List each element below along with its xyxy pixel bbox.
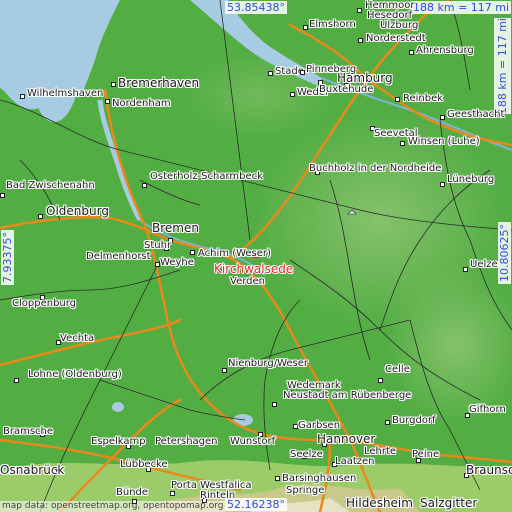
city-label: Delmenhorst xyxy=(86,251,151,262)
city-label: Geesthacht xyxy=(447,109,505,120)
city-label: Vechta xyxy=(60,333,95,344)
city-label: Cloppenburg xyxy=(12,298,77,309)
city-label: Garbsen xyxy=(298,420,341,431)
city-label: Petershagen xyxy=(155,436,218,447)
vertical-scale-label: 188 km = 117 mi xyxy=(494,18,511,115)
city-dot xyxy=(378,378,383,383)
city-label: Bremerhaven xyxy=(118,76,200,90)
city-label: Bremen xyxy=(152,221,199,235)
city-label: Nienburg/Weser xyxy=(228,358,309,369)
city-dot xyxy=(272,402,277,407)
city-label: Buxtehude xyxy=(319,84,374,95)
city-dot xyxy=(190,250,195,255)
city-label: Wunstorf xyxy=(230,436,276,447)
city-label: Ulzburg xyxy=(380,20,419,31)
city-label: Gifhorn xyxy=(469,404,506,415)
north-latitude-label: 53.85438° xyxy=(225,1,287,14)
city-label: Barsinghausen xyxy=(282,473,357,484)
east-longitude-label: 10.80625° xyxy=(498,222,511,284)
city-dot xyxy=(132,499,137,504)
city-label: Laatzen xyxy=(335,456,375,467)
city-label: Rinteln xyxy=(200,490,236,501)
city-label: Osnabrück xyxy=(0,463,65,477)
map-attribution: map data: openstreetmap.org, opentopomap… xyxy=(0,501,226,512)
city-dot xyxy=(268,71,273,76)
city-dot xyxy=(105,99,110,104)
city-dot xyxy=(300,70,305,75)
city-dot xyxy=(303,25,308,30)
city-label: Bramsche xyxy=(3,426,54,437)
city-label: Wilhelmshaven xyxy=(27,88,104,99)
city-label: Lübbecke xyxy=(120,459,168,470)
city-dot xyxy=(290,92,295,97)
city-label: Seelze xyxy=(290,449,323,460)
city-label: Celle xyxy=(385,364,410,375)
city-label: Bünde xyxy=(116,487,149,498)
city-dot xyxy=(385,420,390,425)
city-label: Burgdorf xyxy=(392,415,436,426)
city-label: Osterholz-Scharmbeck xyxy=(150,171,263,182)
city-label: Lohne (Oldenburg) xyxy=(28,369,122,380)
city-label: Reinbek xyxy=(403,93,444,104)
city-dot xyxy=(20,94,25,99)
city-dot xyxy=(222,368,227,373)
city-label: Salzgitter xyxy=(420,496,478,510)
city-label: Achim (Weser) xyxy=(198,248,271,259)
city-label: Peine xyxy=(412,449,440,460)
city-dot xyxy=(440,115,445,120)
city-label: Stuhr xyxy=(144,240,172,251)
city-dot xyxy=(275,476,280,481)
city-dot xyxy=(0,193,5,198)
city-label: Buchholz in der Nordheide xyxy=(309,163,442,174)
city-dot xyxy=(463,267,468,272)
city-label: Lüneburg xyxy=(447,174,495,185)
city-label: Elmshorn xyxy=(309,19,356,30)
city-label: Winsen (Luhe) xyxy=(408,136,480,147)
city-label: Ahrensburg xyxy=(416,45,474,56)
city-dot xyxy=(440,182,445,187)
city-dot xyxy=(357,8,362,13)
west-longitude-label: 7.93375° xyxy=(1,230,14,285)
city-dot xyxy=(358,38,363,43)
city-label: Nordenham xyxy=(112,98,171,109)
city-label: Bad Zwischenahn xyxy=(6,180,95,191)
city-dot xyxy=(409,50,414,55)
city-dot xyxy=(400,141,405,146)
city-dot xyxy=(142,183,147,188)
city-label: Weyhe xyxy=(160,257,194,268)
city-label: Hildesheim xyxy=(346,496,413,510)
city-label: Braunschweig xyxy=(466,463,512,477)
target-place-label: Kirchwalsede xyxy=(214,262,294,276)
city-label: Espelkamp xyxy=(91,436,146,447)
city-label: Springe xyxy=(286,485,325,496)
city-label: Oldenburg xyxy=(46,204,109,218)
city-label: Hannover xyxy=(317,432,376,446)
city-label: Norderstedt xyxy=(366,33,426,44)
city-dot xyxy=(14,378,19,383)
city-dot xyxy=(170,491,175,496)
city-dot xyxy=(38,214,43,219)
city-label: Neustadt am Rübenberge xyxy=(283,390,412,401)
map-view[interactable]: 53.85438° 52.16238° 7.93375° 10.80625° 1… xyxy=(0,0,512,512)
city-label: Uelze xyxy=(470,259,498,270)
city-dot xyxy=(111,82,116,87)
horizontal-scale-label: 188 km = 117 mi xyxy=(411,1,512,14)
city-label: Verden xyxy=(230,276,265,287)
city-dot xyxy=(395,97,400,102)
